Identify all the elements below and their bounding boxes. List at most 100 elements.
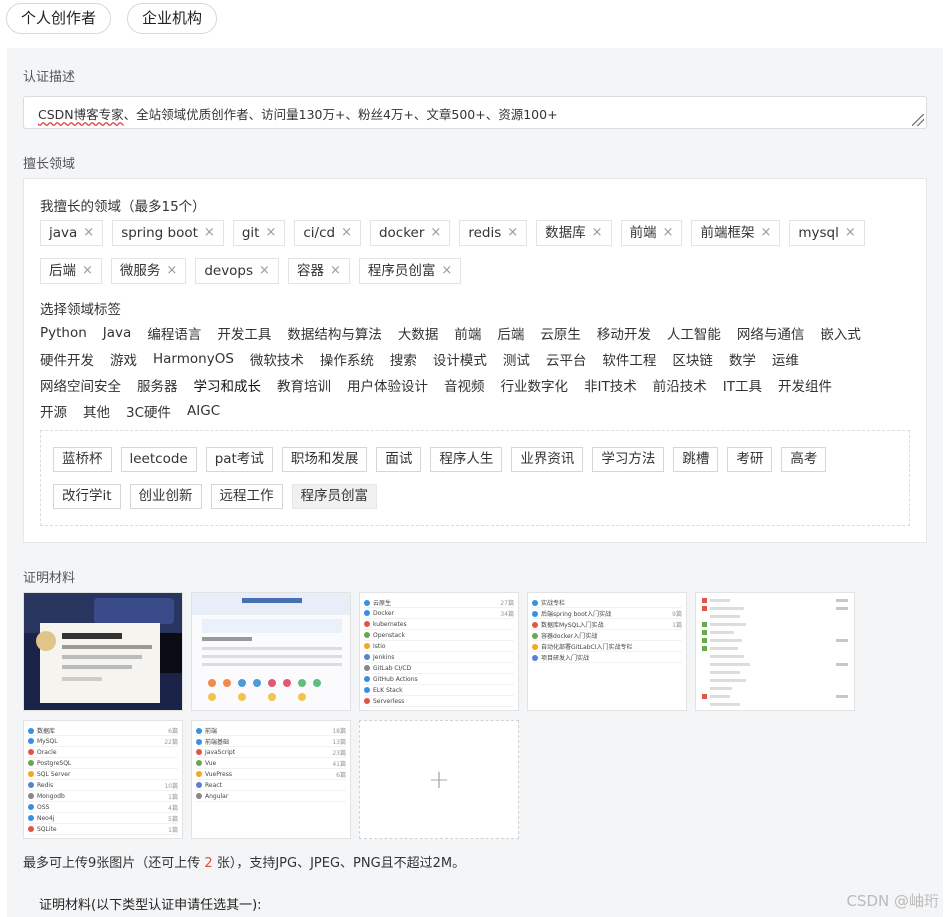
proof-image-4[interactable]: 实战专栏 后端spring boot入门实战 9篇 数据库MySQL入门实战 1篇 容器d…: [527, 592, 687, 711]
tab-individual-creator[interactable]: 个人创作者: [6, 3, 112, 34]
selected-domain-chip: redis ×: [459, 220, 528, 246]
sub-tag[interactable]: 改行学it: [53, 484, 121, 509]
domain-tag[interactable]: 人工智能: [667, 323, 721, 343]
domain-tag[interactable]: 学习和成长: [194, 375, 262, 395]
remove-chip-icon[interactable]: ×: [83, 221, 94, 245]
upload-image-button[interactable]: +: [359, 720, 519, 839]
sub-tag[interactable]: 职场和发展: [281, 447, 368, 472]
domain-tag[interactable]: AIGC: [187, 403, 220, 419]
sub-tag[interactable]: leetcode: [120, 447, 197, 472]
sub-tag[interactable]: 考研: [727, 447, 773, 472]
proof-image-2[interactable]: [191, 592, 351, 711]
domain-tag[interactable]: 服务器: [137, 375, 178, 395]
domain-tag[interactable]: 硬件开发: [40, 349, 94, 369]
remove-chip-icon[interactable]: ×: [330, 259, 341, 283]
sub-tag[interactable]: 学习方法: [592, 447, 665, 472]
domain-tag[interactable]: 运维: [772, 349, 799, 369]
domain-tag[interactable]: Python: [40, 325, 87, 341]
domain-tag[interactable]: 网络空间安全: [40, 375, 121, 395]
list-bullet-icon: [196, 728, 202, 734]
domain-tag[interactable]: 用户体验设计: [347, 375, 428, 395]
sub-tag[interactable]: 程序人生: [430, 447, 503, 472]
domain-tag[interactable]: 网络与通信: [737, 323, 805, 343]
domain-tag[interactable]: 3C硬件: [126, 401, 171, 421]
thumb-list-row: Angular: [196, 791, 346, 802]
sub-tag[interactable]: 创业创新: [129, 484, 202, 509]
domain-tag[interactable]: 嵌入式: [820, 323, 861, 343]
sub-tag[interactable]: 业界资讯: [511, 447, 584, 472]
proof-image-3[interactable]: 云原生 27篇 Docker 34篇 kubernetes Openstack Istio J…: [359, 592, 519, 711]
sub-tag[interactable]: 蓝桥杯: [53, 447, 112, 472]
sub-tag[interactable]: 高考: [781, 447, 827, 472]
proof-image-5[interactable]: [695, 592, 855, 711]
remove-chip-icon[interactable]: ×: [592, 221, 603, 245]
proof-image-7[interactable]: 前端 18篇 前端基础 13篇 JavaScript 23篇 Vue 41篇 VuePress 6…: [191, 720, 351, 839]
domain-tag[interactable]: 数学: [729, 349, 756, 369]
domain-tag[interactable]: IT工具: [723, 375, 762, 395]
domain-tag[interactable]: 云原生: [540, 323, 581, 343]
list-bullet-icon: [196, 739, 202, 745]
remove-chip-icon[interactable]: ×: [341, 221, 352, 245]
remove-chip-icon[interactable]: ×: [265, 221, 276, 245]
domain-tag[interactable]: 移动开发: [597, 323, 651, 343]
domain-tag[interactable]: Java: [103, 325, 132, 341]
thumb-list-text: 云原生: [373, 599, 392, 607]
sub-tag[interactable]: 程序员创富: [291, 484, 378, 509]
domain-tag[interactable]: 数据结构与算法: [287, 323, 382, 343]
domain-tag[interactable]: 云平台: [546, 349, 587, 369]
domain-tag[interactable]: 测试: [503, 349, 530, 369]
domain-tag[interactable]: 开发组件: [778, 375, 832, 395]
remove-chip-icon[interactable]: ×: [663, 221, 674, 245]
domain-tag[interactable]: 非IT技术: [584, 375, 637, 395]
remove-chip-icon[interactable]: ×: [82, 259, 93, 283]
domain-tag[interactable]: 教育培训: [277, 375, 331, 395]
list-bullet-icon: [532, 600, 538, 606]
list-bullet-icon: [364, 698, 370, 704]
remove-chip-icon[interactable]: ×: [430, 221, 441, 245]
remove-chip-icon[interactable]: ×: [166, 259, 177, 283]
domain-tag[interactable]: 大数据: [398, 323, 439, 343]
remove-chip-icon[interactable]: ×: [259, 259, 270, 283]
resize-grip-icon[interactable]: [912, 114, 924, 126]
remove-chip-icon[interactable]: ×: [441, 259, 452, 283]
domain-tag[interactable]: 后端: [497, 323, 524, 343]
tab-enterprise[interactable]: 企业机构: [127, 3, 218, 34]
remove-chip-icon[interactable]: ×: [845, 221, 856, 245]
remove-chip-icon[interactable]: ×: [760, 221, 771, 245]
sub-tag[interactable]: 面试: [376, 447, 422, 472]
thumb-list-row: 前端 18篇: [196, 725, 346, 736]
domain-tag[interactable]: 其他: [83, 401, 110, 421]
thumb-list-count: 23篇: [332, 749, 346, 757]
domain-tag[interactable]: 前沿技术: [653, 375, 707, 395]
selected-domain-chip: 程序员创富 ×: [358, 258, 462, 284]
domain-tag[interactable]: 设计模式: [433, 349, 487, 369]
domain-tag[interactable]: 音视频: [444, 375, 485, 395]
thumb-list-text: GitHub Actions: [373, 675, 418, 683]
sub-tag[interactable]: 跳槽: [673, 447, 719, 472]
thumb-list-title: GitHub Actions: [364, 676, 418, 683]
domain-tag[interactable]: 行业数字化: [501, 375, 569, 395]
thumb-list-text: Oracle: [37, 748, 57, 756]
remove-chip-icon[interactable]: ×: [204, 221, 215, 245]
domain-tag[interactable]: HarmonyOS: [153, 351, 234, 367]
domain-tag[interactable]: 编程语言: [147, 323, 201, 343]
proof-image-6[interactable]: 数据库 6篇 MySQL 22篇 Oracle PostgreSQL SQL Server R…: [23, 720, 183, 839]
domain-tag[interactable]: 操作系统: [320, 349, 374, 369]
domain-tag[interactable]: 区块链: [672, 349, 713, 369]
remove-chip-icon[interactable]: ×: [507, 221, 518, 245]
domain-tag[interactable]: 游戏: [110, 349, 137, 369]
selected-domain-chip: docker ×: [369, 220, 451, 246]
domain-tag[interactable]: 开发工具: [217, 323, 271, 343]
domain-tag[interactable]: 开源: [40, 401, 67, 421]
thumb-list-text: 容器docker入门实战: [541, 632, 598, 640]
sub-tag[interactable]: 远程工作: [210, 484, 283, 509]
domain-tag[interactable]: 搜索: [390, 349, 417, 369]
proof-image-1[interactable]: [23, 592, 183, 711]
domain-tag[interactable]: 软件工程: [602, 349, 656, 369]
thumb-list-row: SQLite 1篇: [28, 824, 178, 835]
domain-tag[interactable]: 前端: [454, 323, 481, 343]
thumb-list-row: kubernetes: [364, 619, 514, 630]
description-textarea[interactable]: CSDN博客专家、全站领域优质创作者、访问量130万+、粉丝4万+、文章500+…: [23, 96, 927, 129]
domain-tag[interactable]: 微软技术: [250, 349, 304, 369]
sub-tag[interactable]: pat考试: [205, 447, 273, 472]
